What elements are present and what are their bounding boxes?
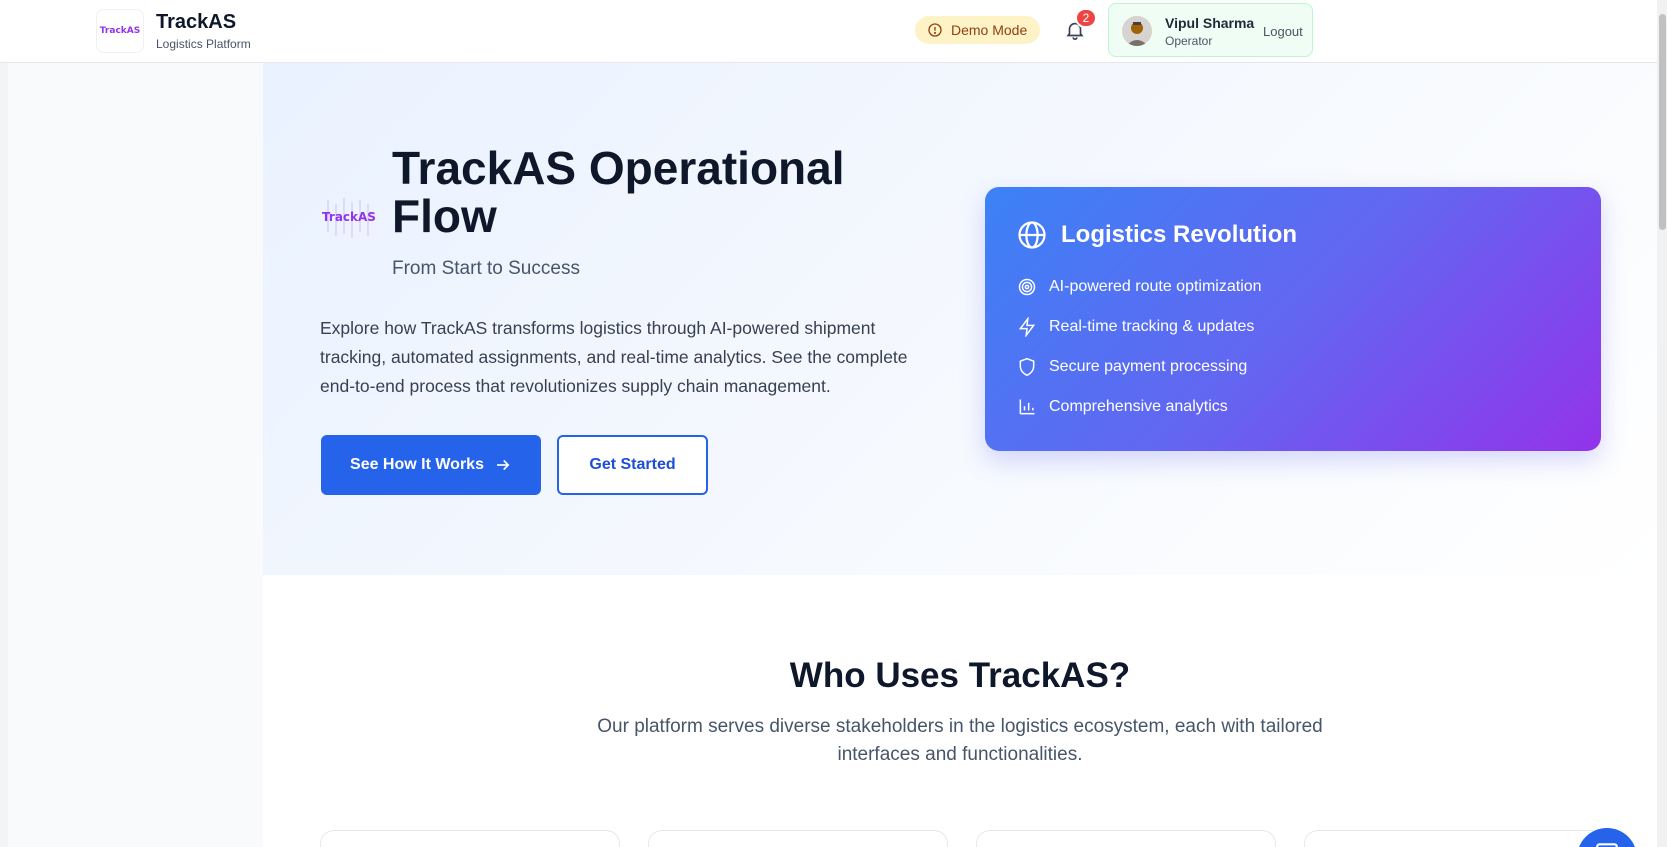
- feature-item: AI-powered route optimization: [1017, 276, 1262, 298]
- top-header: TrackAS TrackAS Logistics Platform Demo …: [0, 0, 1657, 63]
- feature-label: Real-time tracking & updates: [1049, 318, 1255, 335]
- notification-count-badge: 2: [1075, 8, 1097, 28]
- feature-item: Real-time tracking & updates: [1017, 316, 1254, 338]
- see-how-it-works-button[interactable]: See How It Works: [321, 435, 541, 495]
- brand-logo[interactable]: TrackAS: [96, 9, 144, 53]
- avatar[interactable]: [1122, 16, 1152, 46]
- user-name: Vipul Sharma: [1165, 15, 1255, 31]
- alert-circle-icon: [928, 23, 942, 37]
- stakeholder-card[interactable]: [976, 830, 1276, 847]
- logistics-revolution-title: Logistics Revolution: [1061, 221, 1298, 248]
- logistics-revolution-card: Logistics Revolution AI-powered route op…: [985, 187, 1601, 451]
- globe-icon: [1018, 221, 1046, 249]
- hero-description: Explore how TrackAS transforms logistics…: [320, 318, 908, 396]
- user-card: Vipul Sharma Operator Logout: [1108, 3, 1313, 57]
- stakeholder-card[interactable]: [1304, 830, 1604, 847]
- hero-title: TrackAS Operational Flow: [392, 142, 845, 242]
- hero-logo-text: TrackAS: [322, 210, 376, 224]
- chat-icon: [1596, 843, 1618, 847]
- stakeholder-card[interactable]: [648, 830, 948, 847]
- scrollbar-thumb[interactable]: [1659, 14, 1666, 230]
- who-uses-description: Our platform serves diverse stakeholders…: [597, 716, 1323, 765]
- logout-button[interactable]: Logout: [1263, 24, 1303, 39]
- bar-chart-icon: [1019, 399, 1035, 415]
- brand-subtitle: Logistics Platform: [156, 37, 251, 51]
- arrow-right-icon: [496, 459, 510, 471]
- target-icon: [1018, 278, 1036, 296]
- hero-logo: TrackAS: [318, 192, 380, 242]
- who-uses-title: Who Uses TrackAS?: [789, 656, 1131, 695]
- stakeholder-card[interactable]: [320, 830, 620, 847]
- hero-subtitle: From Start to Success: [392, 258, 580, 279]
- feature-label: Secure payment processing: [1049, 358, 1248, 375]
- feature-item: Secure payment processing: [1017, 356, 1247, 378]
- avatar-image: [1122, 16, 1152, 46]
- shield-icon: [1019, 357, 1035, 377]
- sidebar: [0, 63, 263, 847]
- demo-mode-label: Demo Mode: [951, 22, 1028, 38]
- brand-logo-text: TrackAS: [99, 26, 141, 36]
- user-role: Operator: [1165, 34, 1213, 48]
- see-how-it-works-label: See How It Works: [350, 456, 484, 473]
- demo-mode-badge: Demo Mode: [915, 16, 1040, 44]
- feature-label: Comprehensive analytics: [1049, 398, 1228, 415]
- feature-item: Comprehensive analytics: [1017, 396, 1228, 418]
- lightning-icon: [1018, 317, 1036, 337]
- feature-label: AI-powered route optimization: [1049, 278, 1262, 295]
- get-started-button[interactable]: Get Started: [557, 435, 708, 495]
- brand-title: TrackAS: [156, 11, 237, 33]
